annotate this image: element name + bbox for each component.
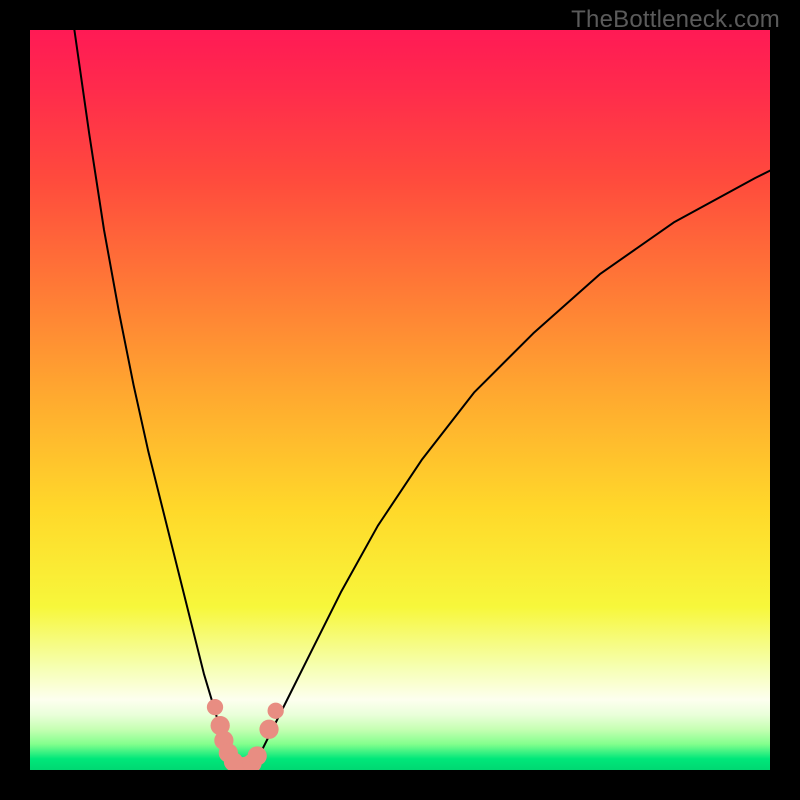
chart-frame: TheBottleneck.com: [0, 0, 800, 800]
data-marker: [259, 720, 278, 739]
data-marker: [207, 699, 223, 715]
data-marker: [248, 746, 267, 765]
series-left-branch: [74, 30, 235, 766]
plot-area: [30, 30, 770, 770]
series-right-branch: [253, 171, 770, 767]
data-marker: [268, 703, 284, 719]
curve-layer: [30, 30, 770, 770]
